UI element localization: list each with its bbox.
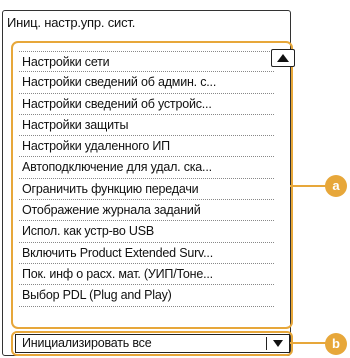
callout-a-line [290,185,326,187]
panel-title: Иниц. настр.упр. сист. [7,15,136,30]
list-item[interactable]: Отображение журнала заданий [19,200,274,222]
triangle-up-icon [277,54,289,62]
init-select-dropdown[interactable]: Инициализировать все [15,334,290,353]
callout-b-badge: b [325,333,347,355]
scroll-up-button[interactable] [271,49,295,67]
list-item[interactable]: Настройки сведений об админ. с... [19,72,274,94]
triangle-down-icon [273,340,283,347]
list-item[interactable]: Автоподключение для удал. ска... [19,157,274,179]
list-item[interactable]: Настройки удаленного ИП [19,136,274,158]
list-item[interactable]: Включить Product Extended Surv... [19,243,274,264]
list-item[interactable]: Испол. как устр-во USB [19,221,274,243]
list-item[interactable]: Настройки сведений об устройс... [19,94,274,115]
callout-a-badge: a [325,175,347,197]
select-value: Инициализировать все [22,336,152,350]
select-divider [266,337,267,350]
list-item[interactable]: Пок. инф о расх. мат. (УИП/Тоне... [19,264,274,286]
settings-list-frame: Настройки сети Настройки сведений об адм… [11,41,295,329]
settings-panel: Иниц. настр.упр. сист. Настройки сети На… [2,10,295,356]
callout-b-line [290,342,326,344]
list-item[interactable]: Ограничить функцию передачи [19,179,274,201]
list-item[interactable]: Настройки сети [19,51,274,73]
list-item[interactable]: Настройки защиты [19,115,274,137]
list-item[interactable]: Выбор PDL (Plug and Play) [19,285,274,307]
settings-list: Настройки сети Настройки сведений об адм… [19,51,274,307]
init-select-frame: Инициализировать все [11,331,293,356]
